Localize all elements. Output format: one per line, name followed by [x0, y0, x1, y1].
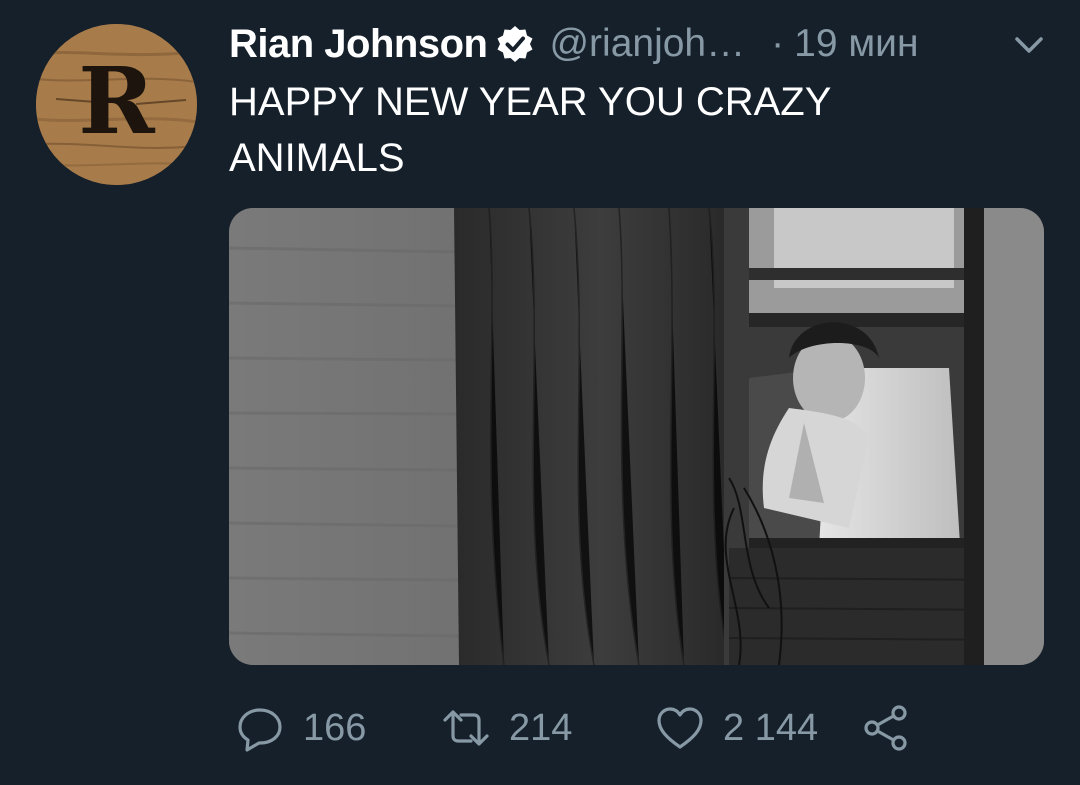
heart-icon	[655, 703, 705, 753]
reply-button[interactable]: 166	[235, 700, 366, 756]
tweet-timestamp[interactable]: 19 мин	[794, 22, 918, 66]
like-count: 2 144	[723, 706, 819, 749]
share-button[interactable]	[861, 700, 911, 756]
share-icon	[861, 703, 911, 753]
reply-count: 166	[303, 706, 367, 749]
retweet-count: 214	[509, 706, 573, 749]
tweet[interactable]: R Rian Johnson @rianjoh… · 19 мин HAPPY …	[0, 0, 1080, 785]
tweet-text: HAPPY NEW YEAR YOU CRAZY ANIMALS	[229, 80, 831, 180]
tweet-actions: 166 214 2 144	[229, 700, 1049, 756]
reply-icon	[235, 703, 285, 753]
retweet-button[interactable]: 214	[441, 700, 572, 756]
media-still-image	[229, 208, 1044, 665]
avatar[interactable]: R	[36, 24, 197, 185]
chevron-down-icon[interactable]	[1012, 30, 1046, 60]
avatar-letter: R	[78, 47, 155, 155]
retweet-icon	[441, 703, 491, 753]
like-button[interactable]: 2 144	[655, 700, 818, 756]
tweet-header: Rian Johnson @rianjoh… · 19 мин	[229, 14, 1059, 74]
verified-badge-icon	[495, 24, 535, 64]
user-handle[interactable]: @rianjoh…	[549, 22, 745, 66]
tweet-media[interactable]	[229, 208, 1044, 665]
display-name[interactable]: Rian Johnson	[229, 22, 488, 67]
separator-dot: ·	[771, 22, 785, 65]
